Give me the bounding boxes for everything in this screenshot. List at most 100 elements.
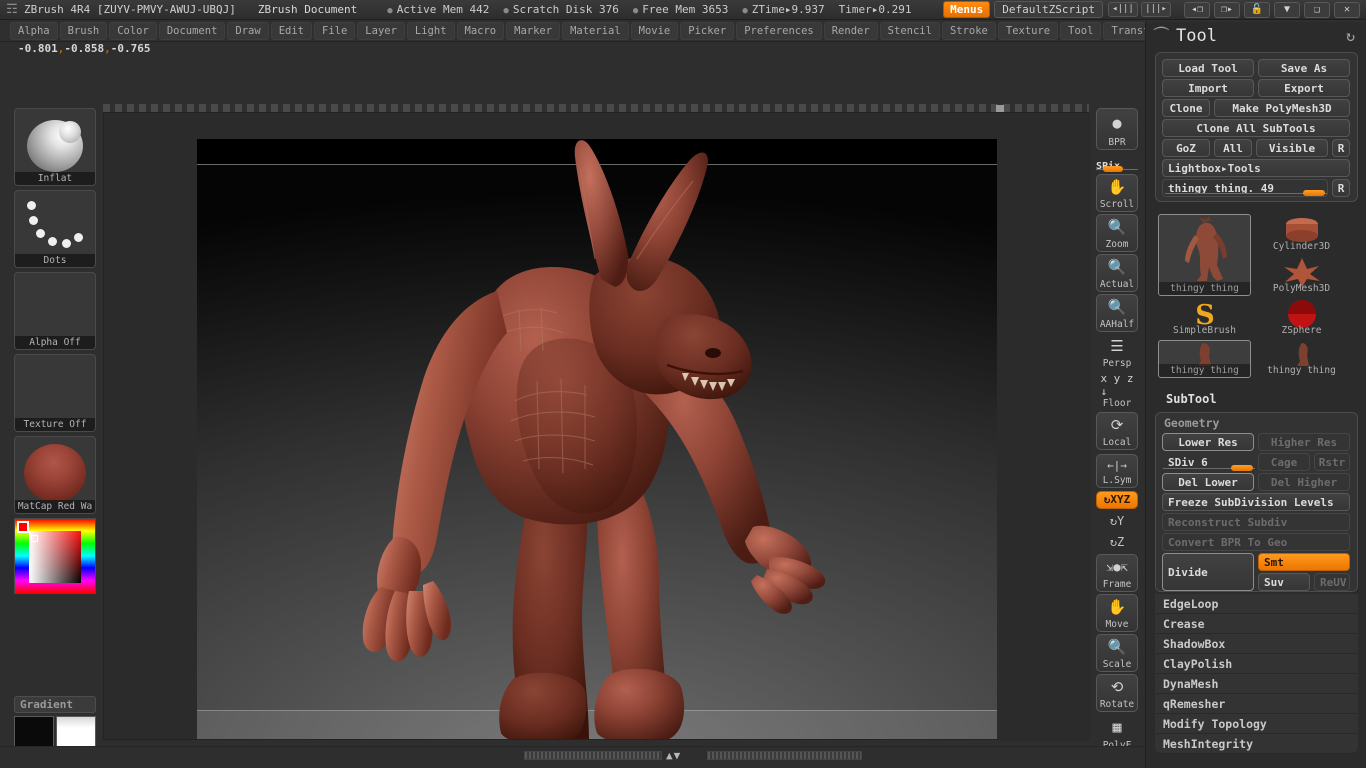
scroll-left-icon[interactable]: ◂||| xyxy=(1108,2,1138,17)
next-window-icon[interactable]: ❐▸ xyxy=(1214,1,1240,18)
tool-thumb-simplebrush[interactable]: S SimpleBrush xyxy=(1158,298,1251,338)
scroll-right-icon[interactable]: |||▸ xyxy=(1141,2,1171,17)
menu-item-light[interactable]: Light xyxy=(406,21,455,40)
floor-button[interactable]: x y z ↓ Floor xyxy=(1096,372,1138,410)
alpha-preview-swatch[interactable]: Alpha Off xyxy=(14,272,96,350)
menu-item-texture[interactable]: Texture xyxy=(997,21,1059,40)
actual-size-button[interactable]: 🔍 Actual xyxy=(1096,254,1138,292)
suv-button[interactable]: Suv xyxy=(1258,573,1310,591)
spix-slider[interactable]: SPix xyxy=(1096,154,1138,172)
save-as-button[interactable]: Save As xyxy=(1258,59,1350,77)
export-button[interactable]: Export xyxy=(1258,79,1350,97)
tool-name-slider[interactable]: thingy thing. 49 xyxy=(1162,179,1328,197)
goz-button[interactable]: GoZ xyxy=(1162,139,1210,157)
color-picker[interactable] xyxy=(14,518,96,594)
menu-item-stroke[interactable]: Stroke xyxy=(941,21,996,40)
goz-visible-button[interactable]: Visible xyxy=(1256,139,1328,157)
edgeloop-section[interactable]: EdgeLoop xyxy=(1155,594,1358,614)
smt-button[interactable]: Smt xyxy=(1258,553,1350,571)
make-polymesh3d-button[interactable]: Make PolyMesh3D xyxy=(1214,99,1350,117)
menu-item-picker[interactable]: Picker xyxy=(680,21,735,40)
load-tool-button[interactable]: Load Tool xyxy=(1162,59,1254,77)
z-rotate-button[interactable]: ↻Z xyxy=(1096,532,1138,552)
close-icon[interactable]: ✕ xyxy=(1334,1,1360,18)
shadowbox-section[interactable]: ShadowBox xyxy=(1155,634,1358,654)
clone-all-subtools-button[interactable]: Clone All SubTools xyxy=(1162,119,1350,137)
menu-item-file[interactable]: File xyxy=(314,21,356,40)
slider-knob[interactable] xyxy=(1231,465,1253,471)
lower-res-button[interactable]: Lower Res xyxy=(1162,433,1254,451)
xyz-rotate-button[interactable]: ↻XYZ xyxy=(1096,491,1138,509)
crease-section[interactable]: Crease xyxy=(1155,614,1358,634)
local-symmetry-button[interactable]: ←|→ L.Sym xyxy=(1096,454,1138,488)
gradient-button[interactable]: Gradient xyxy=(14,696,96,713)
zoom-button[interactable]: 🔍 Zoom xyxy=(1096,214,1138,252)
menu-item-stencil[interactable]: Stencil xyxy=(879,21,940,40)
dynamesh-section[interactable]: DynaMesh xyxy=(1155,674,1358,694)
goz-all-button[interactable]: All xyxy=(1214,139,1252,157)
scale-gizmo-button[interactable]: 🔍 Scale xyxy=(1096,634,1138,672)
rotate-gizmo-button[interactable]: ⟲ Rotate xyxy=(1096,674,1138,712)
toolbar-rail-knob[interactable] xyxy=(996,105,1004,112)
tool-thumb-thingy-thing-rig[interactable]: thingy thing rig xyxy=(1255,340,1348,378)
menu-item-brush[interactable]: Brush xyxy=(59,21,108,40)
qremesher-section[interactable]: qRemesher xyxy=(1155,694,1358,714)
menu-item-draw[interactable]: Draw xyxy=(227,21,269,40)
restore-icon[interactable]: ❑ xyxy=(1304,1,1330,18)
frame-button[interactable]: ⇲●⇱ Frame xyxy=(1096,554,1138,592)
zscript-name-button[interactable]: DefaultZScript xyxy=(994,1,1103,18)
stroke-preview-swatch[interactable]: Dots xyxy=(14,190,96,268)
tool-r-button[interactable]: R xyxy=(1332,179,1350,197)
menu-item-movie[interactable]: Movie xyxy=(630,21,679,40)
y-rotate-button[interactable]: ↻Y xyxy=(1096,511,1138,531)
tool-thumb-polymesh3d[interactable]: PolyMesh3D xyxy=(1255,256,1348,296)
tool-thumb-zsphere[interactable]: ZSphere xyxy=(1255,298,1348,338)
menu-item-layer[interactable]: Layer xyxy=(357,21,405,40)
menu-item-alpha[interactable]: Alpha xyxy=(10,21,58,40)
tool-thumb-thingy-thing[interactable]: thingy thing xyxy=(1158,214,1251,296)
horizontal-scrollbar-right[interactable] xyxy=(707,751,862,760)
clone-button[interactable]: Clone xyxy=(1162,99,1210,117)
menu-item-color[interactable]: Color xyxy=(109,21,157,40)
sdiv-slider[interactable]: SDiv 6 xyxy=(1162,453,1255,471)
menu-item-tool[interactable]: Tool xyxy=(1060,21,1102,40)
menu-item-document[interactable]: Document xyxy=(158,21,226,40)
menu-item-marker[interactable]: Marker xyxy=(506,21,561,40)
slider-knob[interactable] xyxy=(1103,166,1123,172)
menu-item-material[interactable]: Material xyxy=(562,21,629,40)
zbrush-document-canvas[interactable] xyxy=(197,139,997,739)
scroll-button[interactable]: ✋ Scroll xyxy=(1096,174,1138,212)
menu-item-preferences[interactable]: Preferences xyxy=(736,21,822,40)
menus-toggle-button[interactable]: Menus xyxy=(943,1,991,18)
tool-thumb-thingy-thing-2[interactable]: thingy thing xyxy=(1158,340,1251,378)
menu-item-render[interactable]: Render xyxy=(823,21,878,40)
lightbox-tools-button[interactable]: Lightbox▸Tools xyxy=(1162,159,1350,177)
menu-item-edit[interactable]: Edit xyxy=(270,21,312,40)
scroll-arrows-icon[interactable]: ▲▼ xyxy=(666,749,681,762)
tool-thumb-cylinder3d[interactable]: Cylinder3D xyxy=(1255,214,1348,254)
move-gizmo-button[interactable]: ✋ Move xyxy=(1096,594,1138,632)
divide-button[interactable]: Divide xyxy=(1162,553,1254,591)
refresh-icon[interactable]: ↻ xyxy=(1346,27,1355,45)
bpr-render-button[interactable]: ● BPR xyxy=(1096,108,1138,150)
meshintegrity-section[interactable]: MeshIntegrity xyxy=(1155,734,1358,754)
texture-preview-swatch[interactable]: Texture Off xyxy=(14,354,96,432)
import-button[interactable]: Import xyxy=(1162,79,1254,97)
aahalf-button[interactable]: 🔍 AAHalf xyxy=(1096,294,1138,332)
subtool-section-label[interactable]: SubTool xyxy=(1166,392,1217,406)
slider-knob[interactable] xyxy=(1303,190,1325,196)
lock-icon[interactable]: 🔓 xyxy=(1244,1,1270,18)
modify-topology-section[interactable]: Modify Topology xyxy=(1155,714,1358,734)
brush-preview-swatch[interactable]: Inflat xyxy=(14,108,96,186)
goz-r-button[interactable]: R xyxy=(1332,139,1350,157)
previous-window-icon[interactable]: ◂❐ xyxy=(1184,1,1210,18)
freeze-subdivision-levels-button[interactable]: Freeze SubDivision Levels xyxy=(1162,493,1350,511)
horizontal-scrollbar-left[interactable] xyxy=(524,751,662,760)
del-lower-button[interactable]: Del Lower xyxy=(1162,473,1254,491)
local-button[interactable]: ⟳ Local xyxy=(1096,412,1138,450)
menu-item-macro[interactable]: Macro xyxy=(456,21,505,40)
material-preview-swatch[interactable]: MatCap Red Wa xyxy=(14,436,96,514)
sv-cursor[interactable] xyxy=(31,535,38,542)
perspective-button[interactable]: ☰ Persp xyxy=(1096,334,1138,370)
claypolish-section[interactable]: ClayPolish xyxy=(1155,654,1358,674)
